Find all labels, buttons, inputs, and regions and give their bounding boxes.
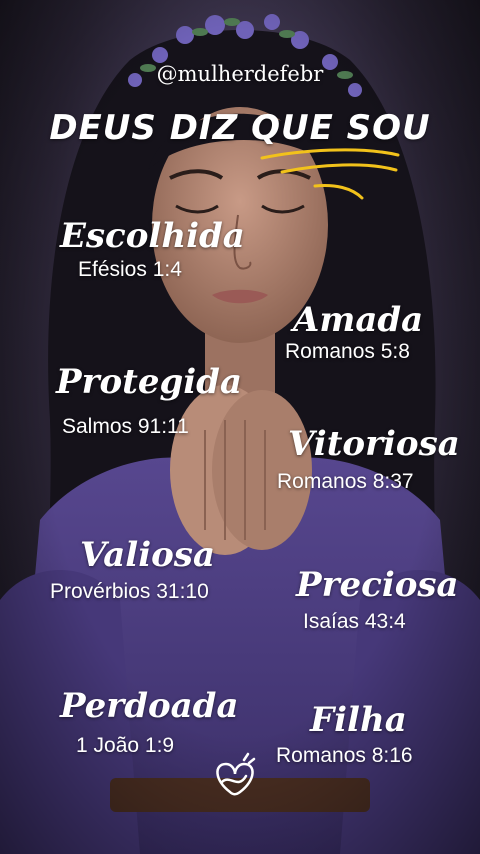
attribute-word-filha: Filha [310,700,407,740]
attribute-reference-escolhida: Efésios 1:4 [78,258,182,281]
attribute-reference-preciosa: Isaías 43:4 [303,610,406,633]
attribute-reference-valiosa: Provérbios 31:10 [50,580,209,603]
attribute-reference-perdoada: 1 João 1:9 [76,734,175,757]
instagram-handle: @mulherdefebr [156,62,324,86]
story-image: @mulherdefebr DEUS DIZ QUE SOU Escolhida… [0,0,480,854]
attribute-word-escolhida: Escolhida [60,216,245,256]
attribute-word-protegida: Protegida [56,362,242,402]
headline: DEUS DIZ QUE SOU [49,108,431,148]
attribute-reference-filha: Romanos 8:16 [276,744,413,767]
attribute-reference-amada: Romanos 5:8 [285,340,410,363]
attribute-word-preciosa: Preciosa [296,565,459,605]
attribute-reference-vitoriosa: Romanos 8:37 [277,470,414,493]
attribute-word-perdoada: Perdoada [60,686,239,726]
attribute-word-vitoriosa: Vitoriosa [288,424,460,464]
attribute-word-amada: Amada [293,300,424,340]
attribute-word-valiosa: Valiosa [80,535,215,575]
attribute-reference-protegida: Salmos 91:11 [62,415,189,438]
